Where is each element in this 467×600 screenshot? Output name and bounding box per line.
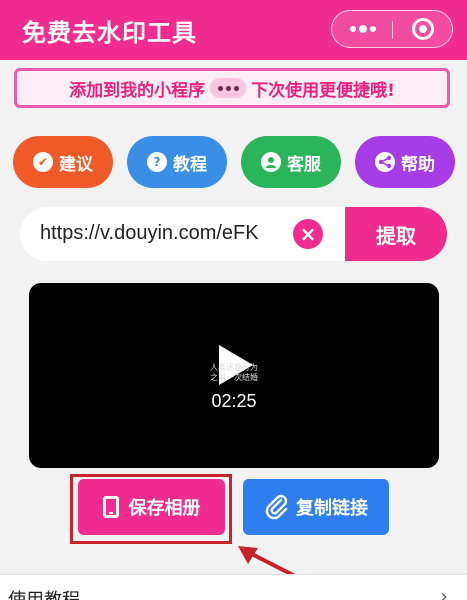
share-icon xyxy=(375,152,395,172)
more-dots-icon xyxy=(210,78,247,98)
more-dots-icon[interactable] xyxy=(350,20,376,38)
chevron-right-icon: › xyxy=(440,584,448,600)
banner-text-before: 添加到我的小程序 xyxy=(69,80,206,101)
page-title: 免费去水印工具 xyxy=(22,19,197,47)
video-duration: 02:25 xyxy=(211,391,257,411)
extract-button[interactable]: 提取 xyxy=(345,207,447,261)
tutorial-row-label: 使用教程 xyxy=(8,586,80,600)
banner-text-after: 下次使用更便捷哦! xyxy=(251,80,395,101)
tutorial-label: 教程 xyxy=(173,154,207,175)
miniprogram-capsule xyxy=(331,10,453,48)
save-to-album-button[interactable]: 保存相册 xyxy=(78,479,225,535)
help-label: 帮助 xyxy=(401,154,435,175)
header-bar: 免费去水印工具 xyxy=(0,0,467,60)
suggest-label: 建议 xyxy=(59,154,93,175)
help-button[interactable]: 帮助 xyxy=(355,136,455,188)
capsule-divider xyxy=(392,21,393,39)
check-icon: ✔ xyxy=(33,152,53,172)
video-caption: 人类迷惑行为 之第一次结婚 xyxy=(189,363,279,383)
question-icon: ? xyxy=(147,152,167,172)
service-label: 客服 xyxy=(287,154,321,175)
add-to-miniprogram-banner[interactable]: 添加到我的小程序 下次使用更便捷哦! xyxy=(14,68,450,108)
video-player[interactable]: 人类迷惑行为 之第一次结婚 02:25 xyxy=(29,283,439,468)
video-caption-line1: 人类迷惑行为 xyxy=(210,363,258,372)
video-caption-line2: 之第一次结婚 xyxy=(210,373,258,382)
copy-label: 复制链接 xyxy=(296,498,368,519)
copy-link-button[interactable]: 复制链接 xyxy=(243,479,389,535)
close-icon[interactable]: × xyxy=(293,219,323,249)
list-item[interactable]: 使用教程 › xyxy=(0,574,467,600)
user-icon xyxy=(261,152,281,172)
phone-icon xyxy=(102,496,119,518)
tutorial-button[interactable]: ? 教程 xyxy=(127,136,227,188)
save-label: 保存相册 xyxy=(128,498,201,519)
close-target-icon[interactable] xyxy=(412,18,434,40)
paperclip-icon xyxy=(265,494,288,520)
service-button[interactable]: 客服 xyxy=(241,136,341,188)
suggest-button[interactable]: ✔ 建议 xyxy=(13,136,113,188)
url-input-value: https://v.douyin.com/eFK xyxy=(40,222,259,244)
